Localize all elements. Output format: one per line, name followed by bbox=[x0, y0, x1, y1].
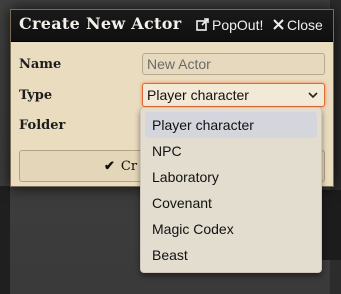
dropdown-option[interactable]: Player character bbox=[145, 112, 317, 138]
close-label: Close bbox=[287, 17, 323, 33]
dropdown-option[interactable]: NPC bbox=[145, 138, 317, 164]
name-label: Name bbox=[19, 57, 62, 72]
close-button[interactable]: Close bbox=[273, 17, 323, 33]
type-label: Type bbox=[19, 88, 53, 103]
dialog-title: Create New Actor bbox=[19, 14, 182, 33]
type-select-value: Player character bbox=[147, 87, 249, 103]
name-input[interactable] bbox=[142, 53, 325, 75]
dropdown-option[interactable]: Laboratory bbox=[145, 164, 317, 190]
background-strip-right bbox=[322, 190, 341, 260]
type-select[interactable]: Player character bbox=[142, 83, 325, 107]
dropdown-option[interactable]: Beast bbox=[145, 242, 317, 268]
folder-label: Folder bbox=[19, 118, 66, 133]
popout-button[interactable]: PopOut! bbox=[196, 17, 263, 33]
dialog-titlebar[interactable]: Create New Actor PopOut! Close bbox=[11, 10, 333, 42]
background-strip bbox=[0, 186, 10, 294]
close-icon bbox=[273, 18, 284, 32]
type-dropdown-list: Player character NPC Laboratory Covenant… bbox=[140, 107, 322, 273]
dropdown-option[interactable]: Magic Codex bbox=[145, 216, 317, 242]
check-icon: ✔ bbox=[104, 158, 115, 174]
external-link-icon bbox=[196, 17, 209, 33]
dropdown-option[interactable]: Covenant bbox=[145, 190, 317, 216]
create-button-label: Cr bbox=[120, 158, 138, 174]
popout-label: PopOut! bbox=[212, 17, 264, 33]
